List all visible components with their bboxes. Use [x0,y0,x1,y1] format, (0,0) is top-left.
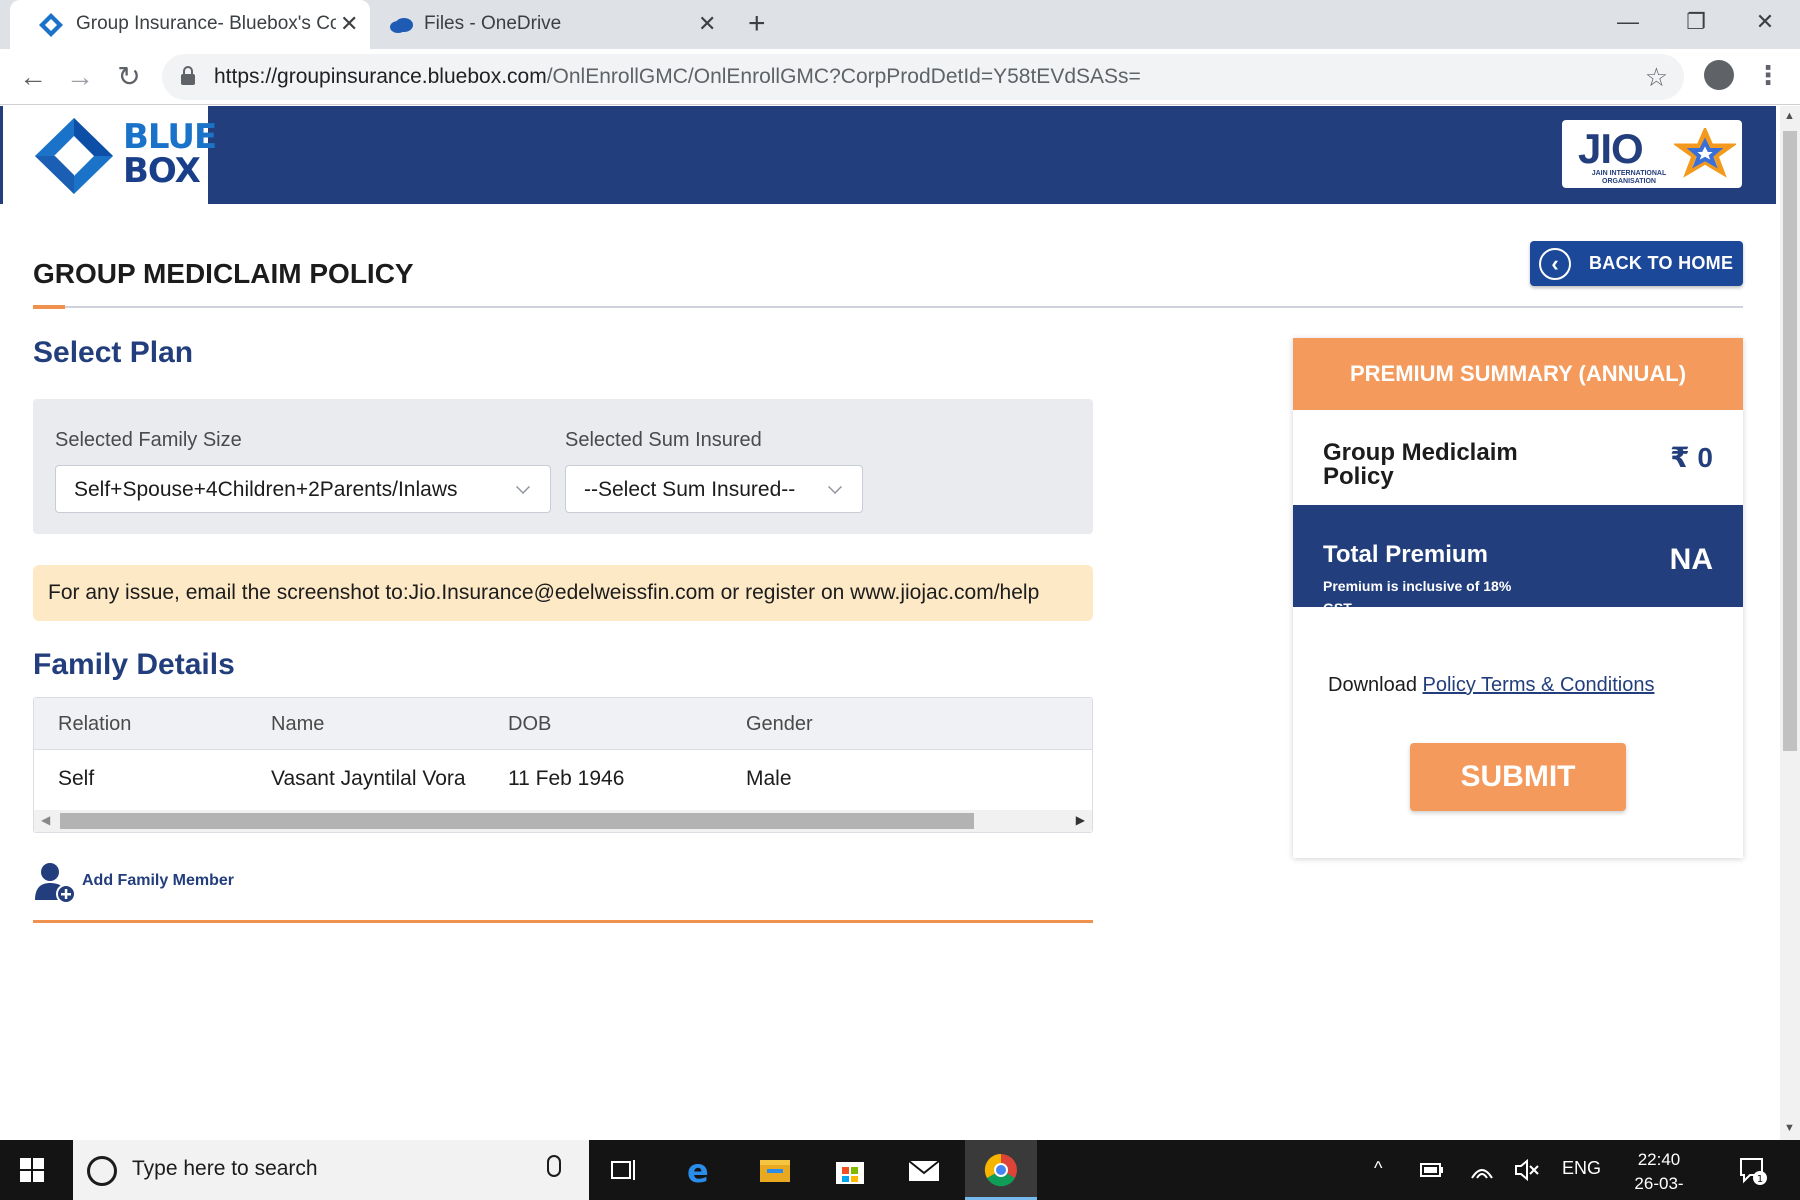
column-header-gender: Gender [746,713,813,735]
sum-insured-select[interactable]: --Select Sum Insured-- [565,465,863,513]
cell-relation: Self [58,767,95,790]
microphone-icon[interactable] [547,1155,561,1177]
browser-tab-bar: Group Insurance- Bluebox's Corp ✕ Files … [0,0,1800,49]
edge-browser-icon[interactable]: e [682,1152,718,1188]
title-divider [33,306,1743,308]
tab-title: Files - OneDrive [424,13,562,34]
windows-taskbar: Type here to search e ^ ENG 22:40 26-03-… [0,1140,1800,1200]
family-size-label: Selected Family Size [55,429,242,451]
chevron-down-icon [516,480,530,494]
select-plan-heading: Select Plan [33,336,194,369]
new-tab-icon[interactable]: + [748,9,766,39]
table-header: Relation Name DOB Gender [34,698,1092,750]
show-hidden-icons-icon[interactable]: ^ [1374,1158,1382,1179]
file-explorer-icon[interactable] [757,1152,793,1188]
chevron-left-icon: ‹ [1539,248,1571,280]
site-header: BLUE BOX JIO JAIN INTERNATIONAL ORGANISA… [0,106,1776,204]
tab-group-insurance[interactable]: Group Insurance- Bluebox's Corp ✕ [10,0,370,49]
close-tab-icon[interactable]: ✕ [698,11,716,37]
scroll-right-arrow-icon[interactable]: ▶ [1076,813,1085,827]
scroll-left-arrow-icon[interactable]: ◀ [41,813,50,827]
page-title: GROUP MEDICLAIM POLICY [33,258,414,289]
chevron-down-icon [828,480,842,494]
family-details-heading: Family Details [33,648,235,681]
family-size-select[interactable]: Self+Spouse+4Children+2Parents/Inlaws [55,465,551,513]
minimize-icon[interactable]: — [1608,8,1648,36]
reload-icon[interactable]: ↻ [111,59,147,95]
cell-name: Vasant Jayntilal Vora [271,767,466,790]
select-plan-panel: Selected Family Size Self+Spouse+4Childr… [33,399,1093,534]
sum-insured-label: Selected Sum Insured [565,429,762,451]
column-header-name: Name [271,713,325,735]
policy-label: Group Mediclaim Policy [1323,439,1518,490]
taskbar-chrome-active[interactable] [965,1140,1037,1200]
restore-icon[interactable]: ❐ [1676,8,1716,36]
window-close-icon[interactable]: ✕ [1745,8,1785,36]
add-user-icon [35,863,76,904]
tab-onedrive[interactable]: Files - OneDrive ✕ [378,0,730,49]
section-bottom-divider [33,920,1093,923]
policy-terms-link[interactable]: Policy Terms & Conditions [1423,674,1655,696]
bluebox-logo-text: BLUE BOX [123,117,217,191]
chrome-icon [984,1153,1017,1187]
battery-icon[interactable] [1420,1162,1444,1178]
close-tab-icon[interactable]: ✕ [340,11,358,37]
table-horizontal-scrollbar[interactable]: ◀ ▶ [34,810,1092,832]
jio-star-icon [1674,128,1736,178]
scrollbar-thumb[interactable] [1783,131,1797,751]
cell-gender: Male [746,767,792,790]
download-terms: Download Policy Terms & Conditions [1328,674,1655,696]
taskbar-search-box[interactable]: Type here to search [73,1140,589,1200]
mail-icon[interactable] [906,1152,942,1188]
profile-avatar-icon[interactable] [1704,60,1734,90]
bluebox-favicon-icon [39,13,63,37]
language-indicator[interactable]: ENG [1562,1158,1601,1179]
support-notice: For any issue, email the screenshot to:J… [33,565,1093,621]
url-text: https://groupinsurance.bluebox.com/OnlEn… [214,65,1141,88]
windows-start-icon[interactable] [20,1158,44,1182]
microsoft-store-icon[interactable] [832,1152,868,1188]
lock-icon [181,66,195,85]
bluebox-logo[interactable]: BLUE BOX [0,106,217,204]
wifi-icon[interactable] [1470,1158,1494,1182]
scroll-up-arrow-icon[interactable]: ▲ [1784,110,1795,122]
back-arrow-icon[interactable]: ← [15,59,51,95]
scroll-down-arrow-icon[interactable]: ▼ [1784,1122,1795,1134]
bookmark-star-icon[interactable]: ☆ [1645,62,1668,92]
cell-dob: 11 Feb 1946 [508,767,625,790]
menu-kebab-icon[interactable]: ⋮ [1755,57,1781,93]
total-premium-label: Total Premium [1323,541,1488,568]
svg-text:1: 1 [1757,1174,1763,1185]
family-details-table: Relation Name DOB Gender Self Vasant Jay… [33,697,1093,833]
premium-summary-card: PREMIUM SUMMARY (ANNUAL) Group Mediclaim… [1293,338,1743,858]
page-vertical-scrollbar[interactable]: ▲ ▼ [1780,106,1800,1140]
cortana-icon [87,1156,117,1186]
task-view-icon[interactable] [606,1152,642,1188]
action-center-icon[interactable]: 1 [1738,1156,1768,1186]
forward-arrow-icon[interactable]: → [62,59,98,95]
submit-button[interactable]: SUBMIT [1410,743,1626,811]
svg-text:e: e [687,1152,709,1188]
policy-premium-value: ₹ 0 [1670,442,1713,473]
column-header-relation: Relation [58,713,132,735]
total-premium-value: NA [1669,543,1713,576]
page-content: BLUE BOX JIO JAIN INTERNATIONAL ORGANISA… [0,106,1780,1140]
add-family-member-button[interactable]: Add Family Member [33,858,243,904]
taskbar-clock[interactable]: 22:40 26-03-2019 [1618,1148,1700,1200]
gst-note: Premium is inclusive of 18% GST [1323,578,1512,607]
jio-partner-logo: JIO JAIN INTERNATIONAL ORGANISATION [1562,120,1742,188]
tab-title: Group Insurance- Bluebox's Corp [76,13,336,34]
bluebox-logo-mark-icon [35,118,113,194]
speaker-muted-icon[interactable] [1514,1158,1540,1182]
total-premium-panel: Total Premium Premium is inclusive of 18… [1293,505,1743,607]
back-to-home-button[interactable]: ‹ BACK TO HOME [1530,241,1743,286]
premium-summary-heading: PREMIUM SUMMARY (ANNUAL) [1293,338,1743,410]
browser-toolbar: ← → ↻ https://groupinsurance.bluebox.com… [0,49,1800,105]
column-header-dob: DOB [508,713,552,735]
scrollbar-thumb[interactable] [60,813,974,829]
title-accent-bar [33,305,65,309]
onedrive-cloud-icon [390,18,413,33]
address-bar[interactable]: https://groupinsurance.bluebox.com/OnlEn… [162,54,1684,100]
